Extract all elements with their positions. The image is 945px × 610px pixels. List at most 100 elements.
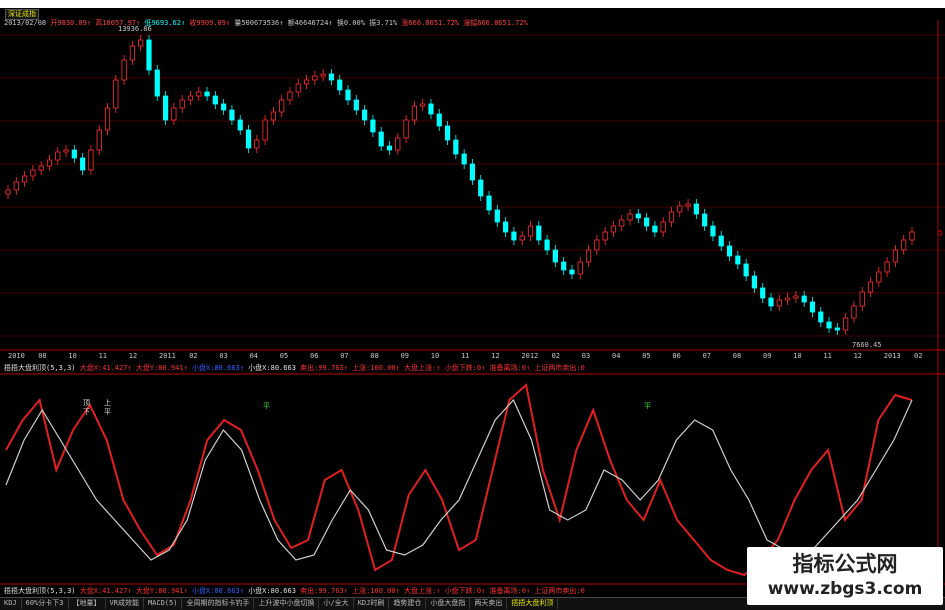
indicator-value: 捂捂大盘利顶(5,3,3) [4, 364, 80, 372]
candle-down [362, 109, 368, 121]
time-axis-label: 03 [219, 352, 228, 360]
indicator-value: 小盘X:80.663↑ [192, 364, 249, 372]
candle-down [453, 139, 459, 155]
candle-down [345, 89, 351, 101]
indicator-tab[interactable]: 两天卖出 [470, 598, 508, 609]
low-price-label: 7660.45 [852, 341, 882, 349]
time-axis-label: 08 [38, 352, 47, 360]
indicator-tab[interactable]: 【地量】 [69, 598, 106, 609]
candle-down [536, 225, 542, 241]
time-axis-label: 02 [551, 352, 561, 360]
candle-up [295, 83, 301, 93]
time-axis-label: 02 [189, 352, 198, 360]
candle-up [312, 75, 318, 81]
indicator-value: 大盘Y:80.941↑ [135, 587, 193, 595]
candle-down [245, 129, 252, 149]
indicator-tab[interactable]: 小/全大 [319, 598, 354, 609]
indicator-value: 小盘X:80.663 [248, 364, 301, 372]
indicator-value: 小盘X:80.663↑ [192, 587, 249, 595]
candle-up [138, 39, 144, 47]
indicator-tab[interactable]: MACD(5) [144, 598, 183, 609]
time-axis-label: 10 [430, 352, 440, 360]
candle-up [287, 91, 293, 101]
candle-up [113, 79, 119, 109]
candle-up [660, 221, 666, 233]
candle-up [129, 45, 136, 61]
candle-down [428, 103, 434, 115]
time-axis-label: 11 [823, 352, 832, 360]
time-axis-label: 05 [279, 352, 289, 360]
candle-down [826, 321, 832, 329]
candle-up [610, 225, 617, 233]
candle-down [436, 113, 442, 127]
candle-up [627, 213, 633, 221]
indicator-value: 卖出:99.763↑ [300, 587, 353, 595]
time-axis-label: 09 [400, 352, 410, 360]
candle-up [5, 189, 11, 195]
time-axis-label: 06 [672, 352, 681, 360]
candle-down [80, 157, 86, 171]
time-axis-label: 02 [914, 352, 923, 360]
candle-down [818, 311, 824, 323]
candle-down [444, 125, 451, 141]
watermark-url: www.zbgs3.com [767, 579, 923, 599]
candle-up [96, 129, 102, 151]
candle-up [196, 91, 202, 97]
candle-down [353, 99, 359, 111]
candle-up [577, 261, 583, 275]
candle-down [569, 269, 575, 275]
candle-up [677, 205, 683, 213]
candle-up [685, 203, 691, 207]
candle-down [237, 119, 243, 131]
time-axis-label: 2012 [521, 352, 539, 360]
candle-up [254, 139, 260, 149]
time-axis-label: 09 [763, 352, 772, 360]
indicator-tab[interactable]: 小盘大盘指 [426, 598, 471, 609]
candle-up [279, 99, 285, 113]
candle-down [552, 249, 558, 263]
candle-down [212, 95, 218, 105]
candle-up [395, 137, 401, 151]
indicator-tab[interactable]: VR成效能 [106, 598, 144, 609]
candle-down [162, 95, 169, 121]
candle-up [30, 169, 36, 177]
time-axis-label: 2010 [8, 352, 25, 360]
candle-up [13, 181, 19, 191]
candle-down [760, 287, 766, 299]
time-axis-label: 10 [793, 352, 802, 360]
candle-up [619, 219, 625, 227]
indicator-value: 捂捂大盘利顶(5,3,3) [4, 587, 80, 595]
candle-down [809, 301, 816, 313]
indicator-tab[interactable]: 上升波中小盘切换 [254, 598, 320, 609]
watermark-logo: 指标公式网 www.zbgs3.com [747, 547, 943, 605]
candle-up [411, 105, 417, 121]
candle-up [262, 119, 268, 141]
candle-up [303, 79, 310, 85]
indicator-tab[interactable]: 全周期的指标卡钓手 [182, 598, 255, 609]
indicator-value: 上涨:100.00↑ [352, 364, 404, 372]
indicator-value: 大盘上涨:↑ [404, 364, 445, 372]
indicator-tab[interactable]: KDJ时刷 [354, 598, 390, 609]
indicator-tab[interactable]: 趋势建仓 [389, 598, 427, 609]
candle-up [867, 281, 874, 293]
indicator-value: 大盘X:41.427↑ [79, 364, 136, 372]
candle-down [511, 231, 517, 241]
candle-down [146, 39, 152, 71]
candle-down [726, 245, 733, 257]
candle-up [585, 249, 592, 263]
indicator-tab[interactable]: 60%分卡下3 [22, 598, 69, 609]
candle-up [121, 59, 127, 81]
indicator-tab[interactable]: 捂捂大盘利顶 [507, 598, 559, 609]
signal-label-ping: 平 [104, 408, 111, 416]
indicator-line-white [5, 398, 913, 561]
candle-down [461, 153, 467, 165]
candle-down [469, 163, 476, 181]
scroll-marker [937, 230, 943, 236]
candle-down [229, 109, 235, 121]
indicator-tab[interactable]: KDJ [0, 598, 22, 609]
candle-down [337, 79, 343, 91]
watermark-title: 指标公式网 [792, 552, 898, 576]
candle-down [801, 295, 807, 303]
candle-up [55, 151, 61, 161]
stock-chart-canvas[interactable] [0, 0, 945, 609]
